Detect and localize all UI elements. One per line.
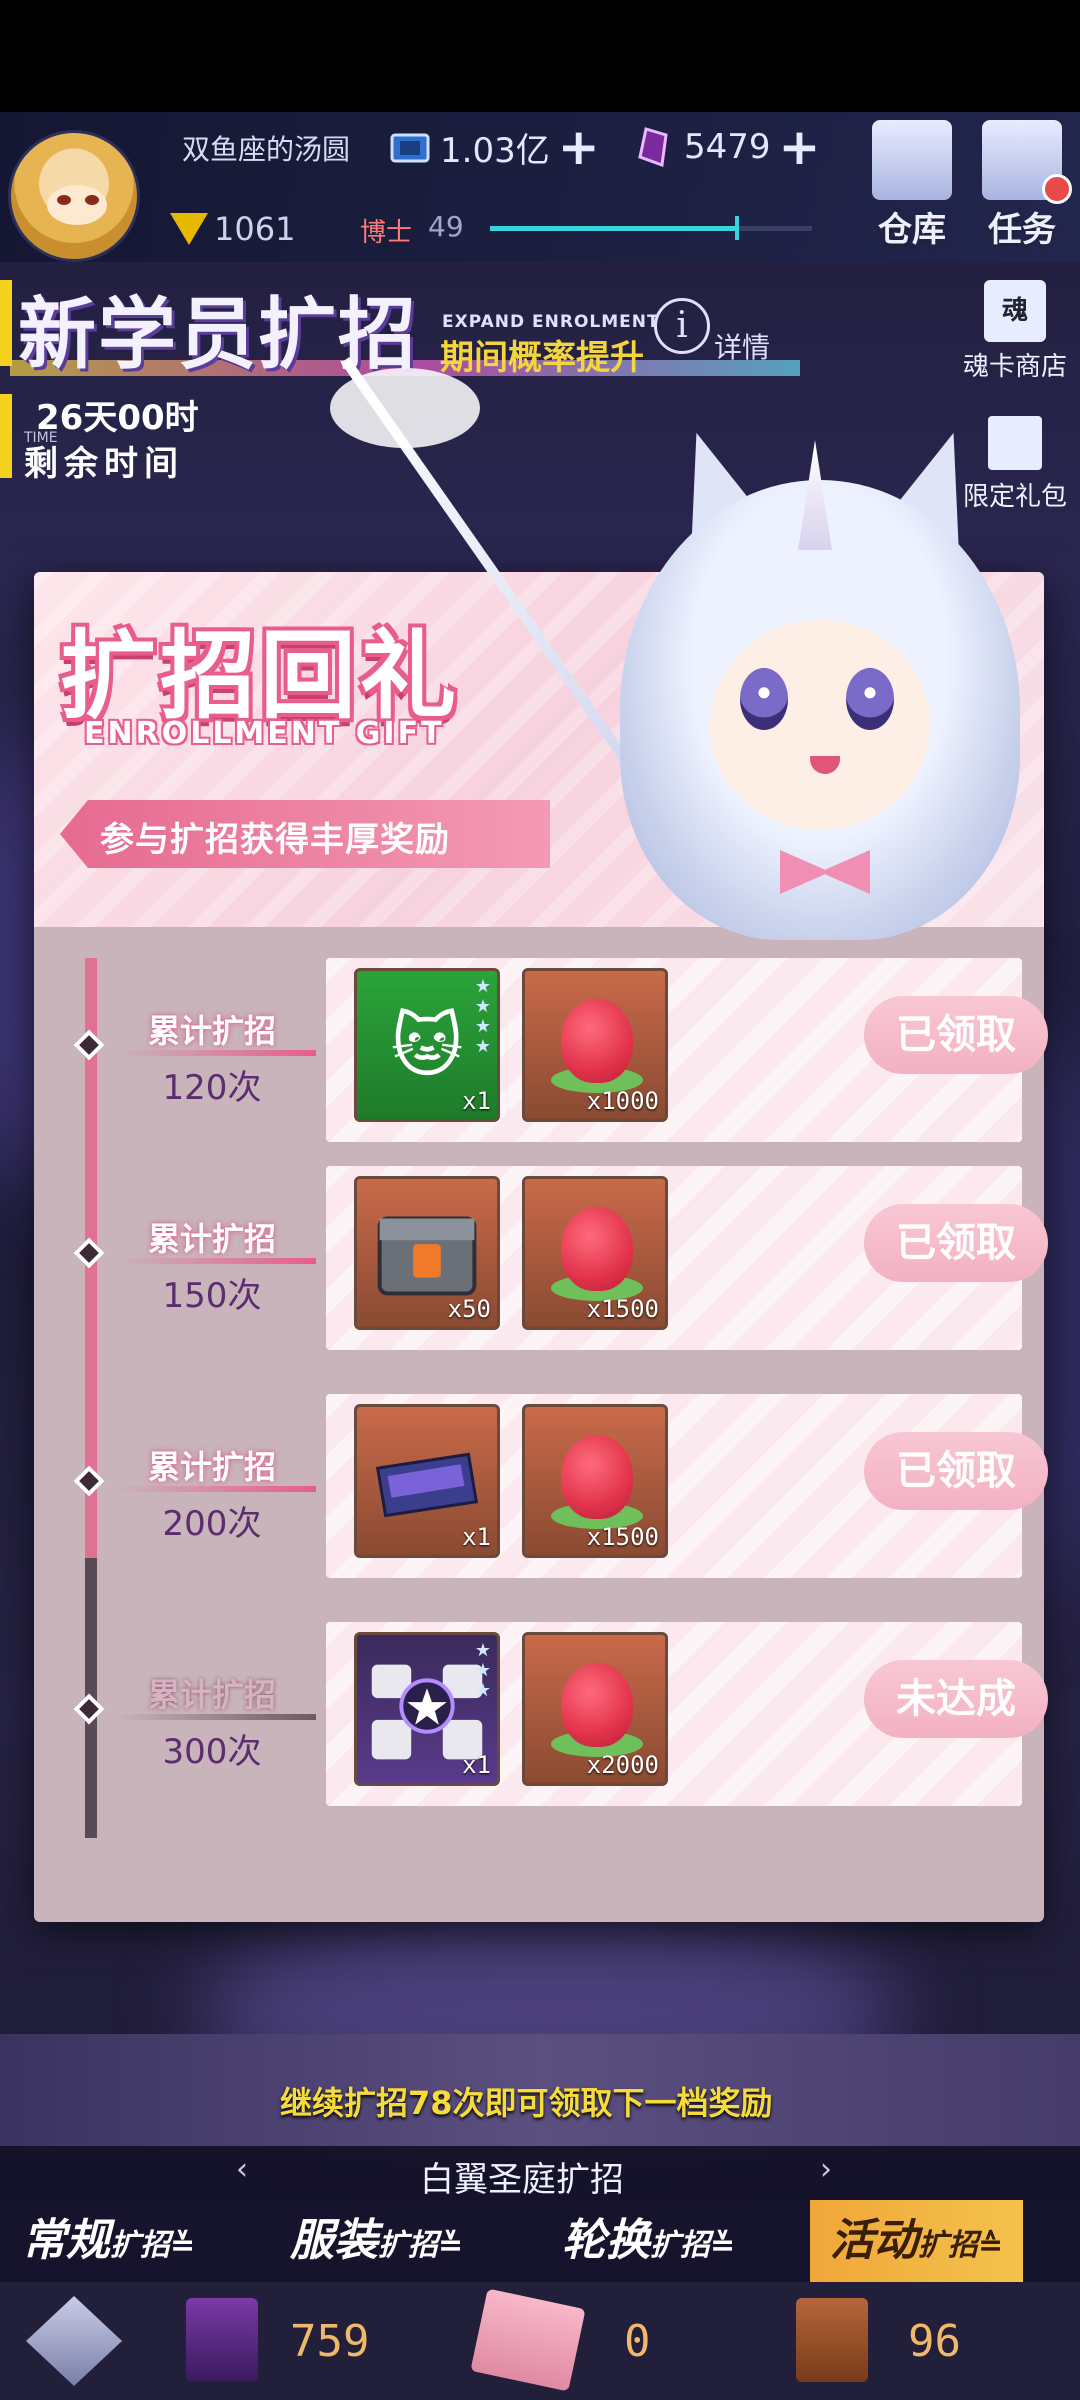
modal-subtitle: 参与扩招获得丰厚奖励 xyxy=(100,820,450,860)
tab-regular[interactable]: 常规扩招≚ xyxy=(22,2200,195,2282)
timeline-node xyxy=(73,1465,105,1497)
timeline-node xyxy=(73,1693,105,1725)
timer-accent-bar xyxy=(0,394,12,478)
tab-event[interactable]: 活动扩招≙ xyxy=(810,2200,1024,2282)
timer-label: 剩余时间 xyxy=(24,444,184,484)
strawberry-icon xyxy=(561,999,633,1083)
warehouse-button[interactable]: 仓库 xyxy=(862,120,962,250)
tier-count: 300次 xyxy=(162,1732,262,1772)
soul-shop-icon: 魂 xyxy=(984,280,1046,342)
xp-bar xyxy=(490,216,812,240)
tasks-button[interactable]: 任务 xyxy=(972,120,1072,250)
remaining-timer: 26天00时 TIME 剩余时间 xyxy=(0,390,230,486)
currency-gold: 1.03亿 + xyxy=(388,122,600,172)
timeline-node xyxy=(73,1237,105,1269)
chevron-down-icon: ≚ xyxy=(438,2228,464,2263)
timer-value: 26天00时 xyxy=(36,398,199,438)
currency-gold-value: 1.03亿 xyxy=(440,130,550,171)
tasks-label: 任务 xyxy=(988,210,1056,250)
player-avatar[interactable] xyxy=(8,130,140,262)
strawberry-item[interactable]: x2000 xyxy=(522,1632,668,1786)
banner-accent-bar xyxy=(0,280,12,366)
timeline-node xyxy=(73,1029,105,1061)
tier-count: 200次 xyxy=(162,1504,262,1544)
status-bar xyxy=(0,0,1080,112)
claimed-button[interactable]: 已领取 xyxy=(864,996,1048,1074)
strawberry-icon xyxy=(561,1663,633,1747)
banner-subtitle-en: EXPAND ENROLMENT xyxy=(442,312,660,332)
xp-marker xyxy=(734,216,739,240)
ticket-card-item[interactable]: x1 xyxy=(354,1404,500,1558)
rank-value: 1061 xyxy=(214,210,296,248)
warehouse-icon xyxy=(872,120,952,200)
mecha-card-item[interactable]: ★ ★ ★ x1 xyxy=(354,1632,500,1786)
reward-tier: 累计扩招 200次 x1 x1500 已领取 xyxy=(34,1394,1048,1594)
warehouse-label: 仓库 xyxy=(878,210,946,250)
tab-costume[interactable]: 服装扩招≚ xyxy=(290,2200,463,2282)
reward-tier: 累计扩招 150次 x50 x1500 已领取 xyxy=(34,1166,1048,1366)
tier-count: 120次 xyxy=(162,1068,262,1108)
currency-crystal-value: 5479 xyxy=(684,127,771,167)
currency-crystal: 5479 + xyxy=(632,122,820,172)
strawberry-item[interactable]: x1500 xyxy=(522,1176,668,1330)
pool-next-arrow[interactable]: › xyxy=(820,2152,832,2187)
strawberry-icon xyxy=(561,1435,633,1519)
reward-tier: 累计扩招 120次 🐱 ★ ★ ★ ★ x1 x1000 已领取 xyxy=(34,958,1048,1158)
chevron-up-icon: ≙ xyxy=(978,2228,1004,2263)
modal-subtitle-ribbon: 参与扩招获得丰厚奖励 xyxy=(60,800,550,868)
soul-card-shop-button[interactable]: 魂 魂卡商店 xyxy=(950,280,1080,383)
chevron-down-icon: ≚ xyxy=(170,2228,196,2263)
supply-crate-item[interactable]: x50 xyxy=(354,1176,500,1330)
add-gold-button[interactable]: + xyxy=(558,122,600,172)
not-reached-button[interactable]: 未达成 xyxy=(864,1660,1048,1738)
claimed-button[interactable]: 已领取 xyxy=(864,1432,1048,1510)
pool-selector: ‹ 白翼圣庭扩招 › xyxy=(0,2146,1080,2202)
info-icon[interactable]: i xyxy=(654,298,710,354)
level-label: 博士 xyxy=(360,218,413,248)
tier-label: 累计扩招 xyxy=(147,1676,276,1714)
rank-icon xyxy=(170,213,208,245)
username: 双鱼座的汤圆 xyxy=(182,133,351,166)
strawberry-icon xyxy=(561,1207,633,1291)
notification-badge xyxy=(1042,174,1072,204)
progress-hint: 继续扩招78次即可领取下一档奖励 xyxy=(280,2084,773,2122)
strawberry-item[interactable]: x1500 xyxy=(522,1404,668,1558)
claimed-button[interactable]: 已领取 xyxy=(864,1204,1048,1282)
unicorn-girl-character xyxy=(560,400,1050,940)
wand-ornament xyxy=(330,368,480,448)
level-value: 49 xyxy=(428,210,464,243)
ticket-icon xyxy=(390,133,430,163)
banner-title: 新学员扩招 xyxy=(18,289,419,380)
chevron-down-icon: ≚ xyxy=(710,2228,736,2263)
tier-label: 累计扩招 xyxy=(147,1012,276,1050)
tier-label: 累计扩招 xyxy=(147,1448,276,1486)
bronze-ticket-icon xyxy=(796,2298,868,2382)
crystal-icon xyxy=(638,127,668,167)
star-rating-icon: ★ ★ ★ xyxy=(474,1640,491,1701)
pool-name: 白翼圣庭扩招 xyxy=(420,2160,624,2200)
strawberry-item[interactable]: x1000 xyxy=(522,968,668,1122)
star-rating-icon: ★ ★ ★ ★ xyxy=(474,976,491,1057)
green-cat-card-item[interactable]: 🐱 ★ ★ ★ ★ x1 xyxy=(354,968,500,1122)
add-crystal-button[interactable]: + xyxy=(779,122,821,172)
banner-rate-text: 期间概率提升 xyxy=(440,338,644,378)
soul-shop-label: 魂卡商店 xyxy=(962,352,1067,382)
xp-fill xyxy=(490,226,735,231)
pool-prev-arrow[interactable]: ‹ xyxy=(236,2152,248,2187)
tier-count: 150次 xyxy=(162,1276,262,1316)
tab-rotation[interactable]: 轮换扩招≚ xyxy=(562,2200,735,2282)
detail-link[interactable]: 详情 xyxy=(714,326,770,366)
soul-card-icon xyxy=(186,2298,258,2382)
rank-display: 1061 xyxy=(170,210,295,248)
tier-label: 累计扩招 xyxy=(147,1220,276,1258)
modal-title-en: ENROLLMENT GIFT xyxy=(84,716,445,751)
reward-tier: 累计扩招 300次 ★ ★ ★ x1 x2000 未达成 xyxy=(34,1622,1048,1822)
